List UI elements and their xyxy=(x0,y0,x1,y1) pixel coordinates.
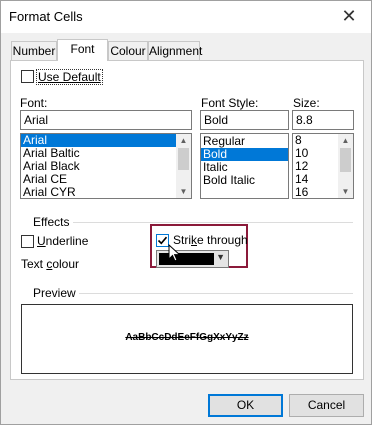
use-default-checkbox[interactable] xyxy=(21,70,34,83)
font-listbox[interactable]: Arial Arial Baltic Arial Black Arial CE … xyxy=(20,133,192,199)
font-option[interactable]: Arial CYR xyxy=(21,186,191,199)
format-cells-dialog: Format Cells ✕ Number Font Colour Alignm… xyxy=(0,0,372,425)
strike-through-label[interactable]: Strike through xyxy=(173,233,248,247)
size-label: Size: xyxy=(293,96,320,110)
tab-alignment[interactable]: Alignment xyxy=(148,41,202,60)
size-listbox[interactable]: 8 10 12 14 16 ▲ ▼ xyxy=(292,133,354,199)
preview-divider xyxy=(79,293,353,294)
text-colour-label: Text colour xyxy=(21,257,80,271)
cancel-button[interactable]: Cancel xyxy=(289,394,364,417)
preview-text: AaBbCcDdEeFfGgXxYyZz xyxy=(125,332,249,343)
font-name-field[interactable]: Arial xyxy=(20,110,192,130)
tab-font[interactable]: Font xyxy=(57,39,108,61)
dialog-title: Format Cells xyxy=(9,9,83,24)
tab-number[interactable]: Number xyxy=(11,41,57,60)
font-style-option[interactable]: Bold Italic xyxy=(201,174,288,187)
close-icon[interactable]: ✕ xyxy=(337,5,361,29)
underline-label[interactable]: Underline xyxy=(37,234,88,248)
chevron-down-icon[interactable]: ▼ xyxy=(338,185,353,198)
checkmark-icon xyxy=(157,236,168,245)
chevron-up-icon[interactable]: ▲ xyxy=(338,134,353,147)
effects-label: Effects xyxy=(33,215,70,229)
preview-label: Preview xyxy=(33,286,76,300)
underline-checkbox[interactable] xyxy=(21,235,34,248)
effects-divider xyxy=(73,222,353,223)
size-field[interactable]: 8.8 xyxy=(292,110,354,130)
mouse-pointer-icon xyxy=(168,244,181,262)
chevron-down-icon[interactable]: ▼ xyxy=(176,185,191,198)
use-default-label[interactable]: Use Default xyxy=(36,69,103,85)
font-style-field[interactable]: Bold xyxy=(200,110,289,130)
font-tab-page: Use Default Font: Arial Arial Arial Balt… xyxy=(10,60,364,380)
title-bar: Format Cells ✕ xyxy=(1,1,371,33)
chevron-up-icon[interactable]: ▲ xyxy=(176,134,191,147)
font-style-label: Font Style: xyxy=(201,96,259,110)
ok-button[interactable]: OK xyxy=(208,394,283,417)
tab-colour[interactable]: Colour xyxy=(108,41,148,60)
chevron-down-icon[interactable]: ▼ xyxy=(216,252,225,262)
scroll-thumb[interactable] xyxy=(178,148,189,170)
scroll-thumb[interactable] xyxy=(340,148,351,172)
font-scrollbar[interactable]: ▲ ▼ xyxy=(176,134,191,198)
preview-box: AaBbCcDdEeFfGgXxYyZz xyxy=(21,304,353,374)
text-colour-combo[interactable]: ▼ xyxy=(156,250,229,268)
font-label: Font: xyxy=(20,96,48,110)
font-style-listbox[interactable]: Regular Bold Italic Bold Italic xyxy=(200,133,289,199)
size-scrollbar[interactable]: ▲ ▼ xyxy=(338,134,353,198)
